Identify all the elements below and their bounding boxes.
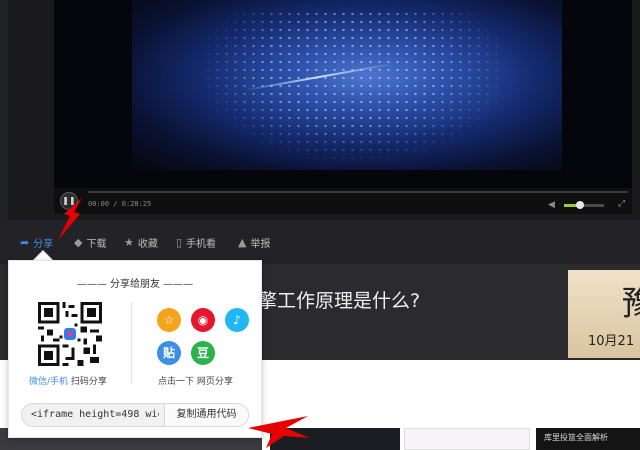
qzone-share-icon[interactable]: ☆	[157, 308, 181, 332]
player-left-strip	[0, 0, 8, 220]
tieba-share-icon[interactable]: 贴	[157, 341, 181, 365]
favorite-button[interactable]: ★ 收藏	[124, 234, 158, 250]
video-title: 擎工作原理是什么?	[258, 290, 421, 312]
warning-icon: ▲	[238, 235, 247, 249]
qr-caption: 微信/手机 扫码分享	[29, 374, 107, 387]
qq-share-icon[interactable]: ♪	[225, 308, 249, 332]
share-icon: ➦	[20, 235, 30, 249]
annotation-arrow-bottom	[248, 416, 310, 448]
popup-title: ——— 分享给朋友 ———	[76, 279, 194, 290]
star-icon: ★	[124, 235, 134, 249]
progress-bar[interactable]	[88, 191, 628, 193]
popup-divider	[131, 302, 132, 384]
promo-big-char: 豫	[622, 284, 640, 324]
embed-code-input[interactable]: <iframe height=498 wic	[31, 409, 159, 420]
web-share-caption: 点击一下 网页分享	[158, 377, 233, 387]
fullscreen-icon[interactable]: ⤢	[618, 199, 625, 209]
annotation-arrow-top	[58, 198, 82, 240]
related-thumb-title: 库里投篮全面解析	[544, 433, 608, 442]
weibo-share-icon[interactable]: ◉	[191, 308, 215, 332]
related-thumb[interactable]	[404, 428, 530, 450]
volume-knob[interactable]	[576, 201, 584, 209]
douban-share-icon[interactable]: 豆	[191, 341, 215, 365]
time-total: 0:28:25	[121, 200, 152, 208]
qr-caption-text: 扫码分享	[68, 377, 107, 387]
volume-icon[interactable]: ◀	[548, 200, 555, 210]
promo-date: 10月21	[588, 334, 635, 349]
phone-icon: ▯	[176, 235, 183, 249]
qr-code	[38, 302, 102, 366]
video-frame[interactable]	[54, 0, 632, 188]
favorite-label: 收藏	[137, 238, 158, 250]
watch-on-phone-label: 手机看	[186, 238, 217, 250]
copy-code-button[interactable]: 复制通用代码	[164, 404, 248, 426]
watch-on-phone-button[interactable]: ▯ 手机看	[176, 234, 216, 250]
report-label: 举报	[250, 238, 271, 250]
qr-caption-link[interactable]: 微信/手机	[29, 377, 68, 387]
video-particles	[204, 10, 504, 160]
report-button[interactable]: ▲ 举报	[238, 234, 270, 250]
